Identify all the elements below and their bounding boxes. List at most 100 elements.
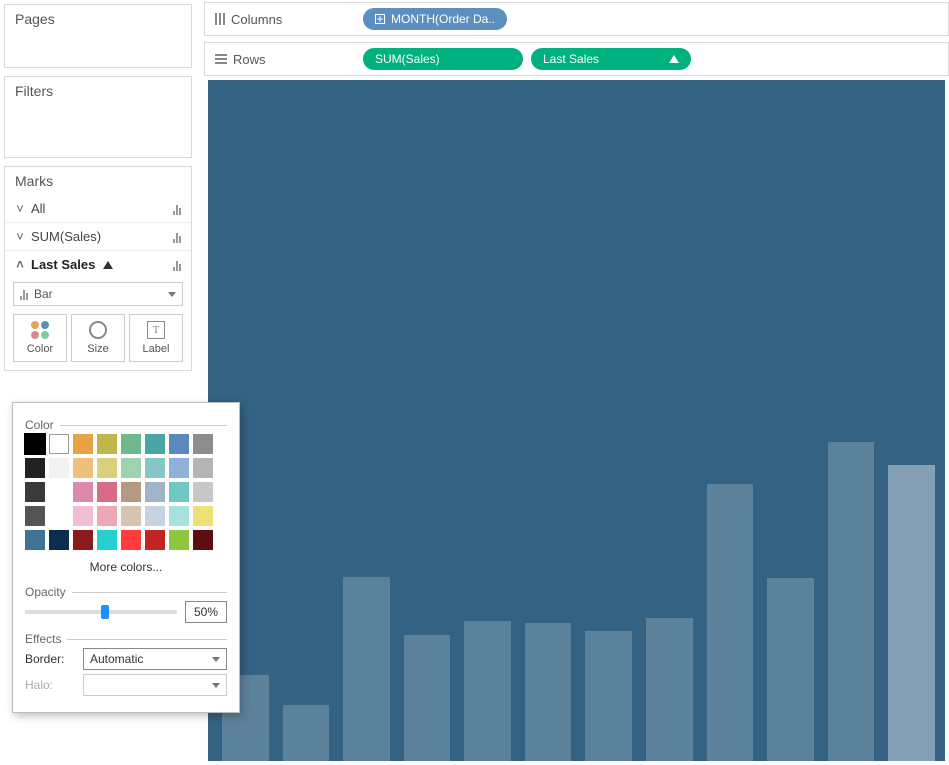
border-select[interactable]: Automatic xyxy=(83,648,227,670)
color-swatch[interactable] xyxy=(145,458,165,478)
color-swatch[interactable] xyxy=(73,458,93,478)
color-swatch[interactable] xyxy=(121,482,141,502)
rows-pill-1-label: Last Sales xyxy=(543,52,599,66)
chart-bar[interactable] xyxy=(585,631,632,761)
color-swatch[interactable] xyxy=(193,506,213,526)
color-swatch[interactable] xyxy=(121,530,141,550)
bar-type-icon xyxy=(20,288,28,300)
popup-color-header: Color xyxy=(25,417,227,426)
mark-type-value: Bar xyxy=(34,287,53,301)
color-swatch-grid xyxy=(25,434,227,550)
marks-row-last-sales[interactable]: ˄Last Sales xyxy=(5,250,191,278)
chart-bar[interactable] xyxy=(828,442,875,761)
color-swatch[interactable] xyxy=(145,482,165,502)
label-icon: T xyxy=(147,321,165,339)
color-swatch[interactable] xyxy=(97,434,117,454)
color-swatch[interactable] xyxy=(73,506,93,526)
color-swatch[interactable] xyxy=(145,506,165,526)
color-swatch[interactable] xyxy=(169,458,189,478)
color-swatch[interactable] xyxy=(169,434,189,454)
color-swatch[interactable] xyxy=(97,506,117,526)
color-swatch[interactable] xyxy=(25,482,45,502)
color-swatch[interactable] xyxy=(121,434,141,454)
columns-pill-month[interactable]: MONTH(Order Da.. xyxy=(363,8,507,30)
columns-pill-label: MONTH(Order Da.. xyxy=(391,12,495,26)
color-swatch[interactable] xyxy=(121,506,141,526)
bar-type-icon xyxy=(173,259,181,271)
color-swatch[interactable] xyxy=(49,434,69,454)
color-swatch[interactable] xyxy=(193,482,213,502)
color-swatch[interactable] xyxy=(193,434,213,454)
color-swatch[interactable] xyxy=(169,506,189,526)
color-popup: Color More colors... Opacity 50% Effects… xyxy=(12,402,240,713)
columns-shelf-label: Columns xyxy=(215,12,355,27)
size-icon xyxy=(89,321,107,339)
halo-select xyxy=(83,674,227,696)
chart-bar[interactable] xyxy=(767,578,814,761)
color-button[interactable]: Color xyxy=(13,314,67,362)
color-swatch[interactable] xyxy=(73,482,93,502)
chevron-down-icon: ˅ xyxy=(15,201,25,216)
color-button-label: Color xyxy=(27,343,53,355)
marks-sum-label: SUM(Sales) xyxy=(31,229,101,244)
color-swatch[interactable] xyxy=(193,530,213,550)
popup-effects-header: Effects xyxy=(25,631,227,640)
marks-row-all[interactable]: ˅ All xyxy=(5,195,191,222)
chevron-down-icon xyxy=(168,292,176,297)
filters-header: Filters xyxy=(5,77,191,105)
color-swatch[interactable] xyxy=(145,530,165,550)
more-colors-link[interactable]: More colors... xyxy=(25,550,227,580)
size-button-label: Size xyxy=(87,343,108,355)
chart-bar[interactable] xyxy=(283,705,330,761)
chart-bar[interactable] xyxy=(343,577,390,761)
chart-bar[interactable] xyxy=(646,618,693,761)
chart-bar[interactable] xyxy=(525,623,572,761)
chevron-down-icon: ˅ xyxy=(15,229,25,244)
filters-card: Filters xyxy=(4,76,192,158)
rows-pill-sum-sales[interactable]: SUM(Sales) xyxy=(363,48,523,70)
color-swatch[interactable] xyxy=(169,482,189,502)
border-label: Border: xyxy=(25,652,75,666)
color-swatch[interactable] xyxy=(49,458,69,478)
color-swatch[interactable] xyxy=(25,458,45,478)
color-swatch[interactable] xyxy=(169,530,189,550)
marks-header: Marks xyxy=(5,167,191,195)
rows-shelf-label: Rows xyxy=(215,52,355,67)
delta-icon xyxy=(669,55,679,63)
label-button-label: Label xyxy=(143,343,170,355)
opacity-slider-thumb[interactable] xyxy=(101,605,109,619)
size-button[interactable]: Size xyxy=(71,314,125,362)
columns-shelf[interactable]: Columns MONTH(Order Da.. xyxy=(204,2,949,36)
popup-opacity-header: Opacity xyxy=(25,584,227,593)
rows-shelf[interactable]: Rows SUM(Sales) Last Sales xyxy=(204,42,949,76)
color-swatch[interactable] xyxy=(73,434,93,454)
color-swatch[interactable] xyxy=(25,434,45,454)
rows-pill-last-sales[interactable]: Last Sales xyxy=(531,48,691,70)
mark-type-dropdown[interactable]: Bar xyxy=(13,282,183,306)
color-swatch[interactable] xyxy=(49,530,69,550)
color-swatch[interactable] xyxy=(73,530,93,550)
color-swatch[interactable] xyxy=(97,482,117,502)
chart-bar[interactable] xyxy=(707,484,754,761)
color-swatch[interactable] xyxy=(193,458,213,478)
bar-type-icon xyxy=(173,203,181,215)
bar-type-icon xyxy=(173,231,181,243)
bars-container xyxy=(218,417,935,761)
opacity-input[interactable]: 50% xyxy=(185,601,227,623)
pages-header: Pages xyxy=(5,5,191,33)
label-button[interactable]: T Label xyxy=(129,314,183,362)
color-swatch[interactable] xyxy=(145,434,165,454)
color-swatch[interactable] xyxy=(25,506,45,526)
marks-all-label: All xyxy=(31,201,45,216)
opacity-slider[interactable] xyxy=(25,610,177,614)
chart-bar[interactable] xyxy=(404,635,451,761)
plus-box-icon xyxy=(375,14,385,24)
color-swatch[interactable] xyxy=(121,458,141,478)
color-swatch[interactable] xyxy=(25,530,45,550)
color-swatch[interactable] xyxy=(97,530,117,550)
rows-pill-0-label: SUM(Sales) xyxy=(375,52,440,66)
chart-bar[interactable] xyxy=(888,465,935,761)
color-swatch[interactable] xyxy=(97,458,117,478)
marks-row-sum-sales[interactable]: ˅ SUM(Sales) xyxy=(5,222,191,250)
chart-bar[interactable] xyxy=(464,621,511,761)
